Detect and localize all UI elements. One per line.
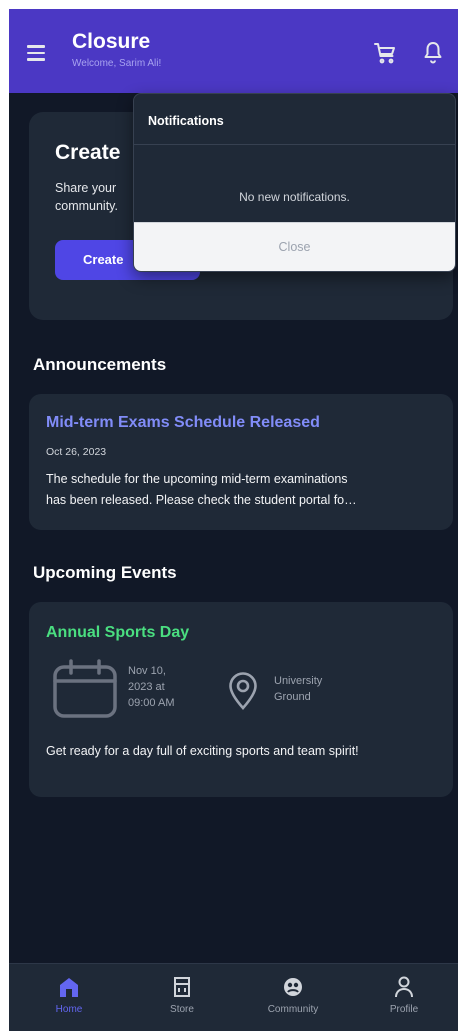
home-icon <box>60 978 78 997</box>
create-card-text-line: Share your <box>55 181 117 195</box>
hamburger-menu-icon[interactable] <box>27 45 47 63</box>
nav-community[interactable]: Community <box>248 976 338 1015</box>
notifications-title: Notifications <box>148 114 224 128</box>
create-card-text: Share your community. <box>55 179 135 215</box>
announcement-body-line: has been released. Please check the stud… <box>46 493 357 507</box>
nav-label-community: Community <box>267 1004 319 1015</box>
nav-label-home: Home <box>55 1004 83 1015</box>
profile-icon <box>395 976 413 998</box>
nav-profile[interactable]: Profile <box>359 976 449 1015</box>
announcement-title[interactable]: Mid-term Exams Schedule Released <box>46 414 320 432</box>
app-title: Closure <box>72 30 151 53</box>
announcement-card[interactable]: Mid-term Exams Schedule Released Oct 26,… <box>29 394 453 530</box>
event-card[interactable]: Annual Sports Day Nov 10, 2023 at 09:00 … <box>29 602 453 797</box>
event-datetime-line: Nov 10, <box>128 665 166 677</box>
announcement-body: The schedule for the upcoming mid-term e… <box>46 469 446 511</box>
event-datetime-line: 09:00 AM <box>128 697 175 709</box>
top-app-bar: Closure Welcome, Sarim Ali! <box>9 9 458 93</box>
event-location: University Ground <box>274 673 354 705</box>
create-card-title: Create <box>55 141 121 164</box>
app-screen: Closure Welcome, Sarim Ali! Create Share… <box>9 9 458 1031</box>
community-icon <box>284 978 302 996</box>
nav-label-profile: Profile <box>389 1004 419 1015</box>
notifications-dropdown: Notifications No new notifications. Clos… <box>133 93 456 272</box>
notifications-header: Notifications <box>134 94 455 145</box>
announcement-body-line: The schedule for the upcoming mid-term e… <box>46 472 348 486</box>
event-datetime: Nov 10, 2023 at 09:00 AM <box>128 663 198 711</box>
cart-icon[interactable] <box>373 41 397 65</box>
create-card-text-line: community. <box>55 199 118 213</box>
nav-store[interactable]: Store <box>137 976 227 1015</box>
upcoming-events-heading: Upcoming Events <box>33 563 177 582</box>
bell-icon[interactable] <box>423 40 443 64</box>
bottom-navigation: Home Store Community Profile <box>9 963 458 1031</box>
welcome-text: Welcome, Sarim Ali! <box>72 58 162 69</box>
event-datetime-line: 2023 at <box>128 681 165 693</box>
location-pin-icon <box>229 672 257 710</box>
event-location-line: Ground <box>274 691 311 703</box>
calendar-icon <box>53 659 117 718</box>
store-icon <box>174 977 190 997</box>
notifications-empty-text: No new notifications. <box>239 190 350 204</box>
event-description: Get ready for a day full of exciting spo… <box>46 744 359 758</box>
event-title[interactable]: Annual Sports Day <box>46 624 189 642</box>
event-location-line: University <box>274 675 323 687</box>
notifications-close-button[interactable]: Close <box>134 222 455 271</box>
announcements-heading: Announcements <box>33 355 167 374</box>
nav-home[interactable]: Home <box>24 976 114 1015</box>
announcement-date: Oct 26, 2023 <box>46 446 107 458</box>
nav-label-store: Store <box>170 1004 194 1015</box>
